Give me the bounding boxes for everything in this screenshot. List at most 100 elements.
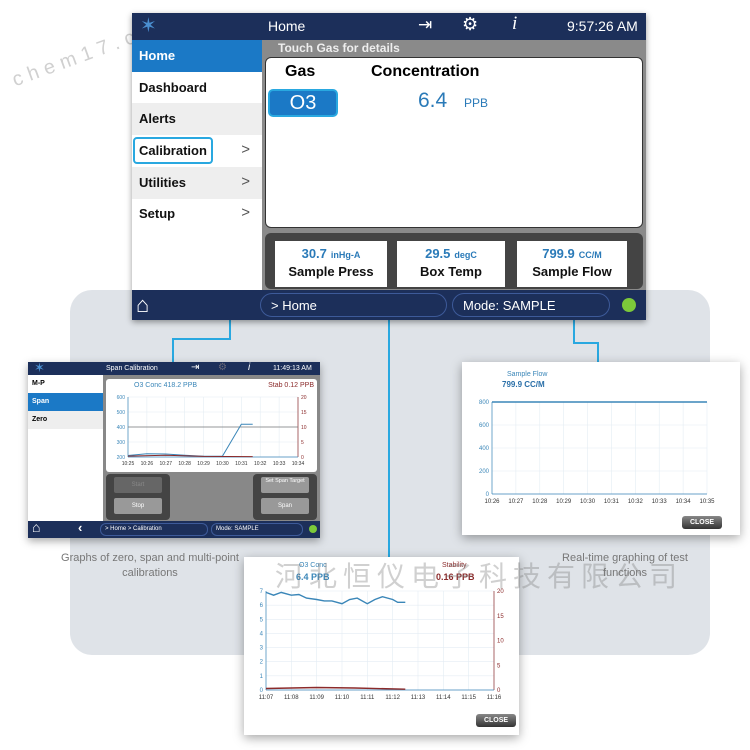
- home-icon[interactable]: ⌂: [136, 292, 149, 318]
- y-tick-label: 500: [117, 410, 126, 416]
- y-tick-label: 4: [260, 631, 264, 637]
- y2-tick-label: 5: [497, 663, 501, 669]
- tiles-bar: 30.7 inHg-A Sample Press 29.5 degC Box Temp …: [265, 233, 643, 289]
- tile-unit: inHg-A: [330, 250, 361, 260]
- watermark: 河北恒仪电子科技有限公司: [275, 561, 684, 592]
- y-tick-label: 5: [260, 617, 264, 623]
- x-tick-label: 11:11: [360, 695, 375, 701]
- tile-value: 799.9: [542, 246, 575, 261]
- tile-label: Sample Press: [288, 264, 374, 279]
- y-tick-label: 1: [260, 674, 264, 680]
- x-tick-label: 10:34: [676, 499, 692, 505]
- y-tick-label: 6: [260, 603, 264, 609]
- x-tick-label: 10:25: [122, 461, 135, 467]
- x-tick-label: 10:29: [556, 499, 572, 505]
- tile-label: Sample Flow: [532, 264, 612, 279]
- sidebar: Home Dashboard Alerts Calibration > Utili…: [132, 40, 262, 290]
- x-tick-label: 10:30: [216, 461, 229, 467]
- concentration-column-header: Concentration: [371, 63, 480, 80]
- y-tick-label: 600: [479, 423, 490, 429]
- chevron-right-icon: >: [241, 204, 250, 221]
- sidebar-item-calibration[interactable]: Calibration >: [132, 135, 262, 167]
- tile-value: 29.5: [425, 246, 451, 261]
- gas-button-o3[interactable]: O3: [268, 89, 338, 117]
- tile-unit: degC: [454, 250, 477, 260]
- sidebar-item-label: Calibration: [133, 137, 213, 164]
- x-tick-label: 10:34: [292, 461, 305, 467]
- x-tick-label: 10:32: [254, 461, 267, 467]
- sidebar-item-alerts[interactable]: Alerts: [132, 103, 262, 135]
- tile-value: 30.7: [301, 246, 327, 261]
- start-button[interactable]: Start: [114, 477, 162, 493]
- flow-value: 799.9 CC/M: [502, 380, 545, 389]
- stop-button[interactable]: Stop: [114, 498, 162, 514]
- y2-tick-label: 15: [497, 614, 504, 620]
- sidebar-item-dashboard[interactable]: Dashboard: [132, 72, 262, 104]
- x-tick-label: 11:16: [487, 695, 502, 701]
- content-area: Touch Gas for details Gas Concentration …: [262, 40, 646, 290]
- span-chart: 10:25 10:26 10:27 10:28 10:29 10:30 10:31 10:32…: [117, 395, 307, 467]
- x-tick-label: 10:33: [652, 499, 668, 505]
- concentration-value: 6.4: [418, 89, 448, 112]
- breadcrumb[interactable]: > Home > Calibration: [100, 523, 208, 536]
- tile-box-temp[interactable]: 29.5 degC Box Temp: [397, 241, 505, 287]
- tile-sample-press[interactable]: 30.7 inHg-A Sample Press: [275, 241, 387, 287]
- screen-title: Span Calibration: [106, 365, 158, 372]
- close-button[interactable]: CLOSE: [476, 714, 516, 727]
- info-icon[interactable]: i: [248, 362, 250, 373]
- connector-line: [172, 338, 174, 362]
- main-screen: ✶ Home ⇥ ⚙ i 9:57:26 AM Home Dashboard A…: [132, 13, 646, 320]
- y-tick-label: 0: [260, 688, 264, 694]
- conc-label: O3 Conc 418.2 PPB: [134, 382, 198, 389]
- x-tick-label: 10:27: [508, 499, 524, 505]
- logo-icon: ✶: [34, 360, 45, 375]
- tile-label: Box Temp: [420, 264, 482, 279]
- x-tick-label: 10:27: [160, 461, 173, 467]
- close-button[interactable]: CLOSE: [682, 516, 722, 529]
- flow-title: Sample Flow: [507, 371, 548, 378]
- x-tick-label: 11:13: [411, 695, 426, 701]
- breadcrumb[interactable]: > Home: [260, 293, 447, 317]
- span-actions-group: Set Span Target Span: [253, 474, 317, 520]
- y2-tick-label: 0: [497, 688, 501, 694]
- sidebar-item-utilities[interactable]: Utilities >: [132, 167, 262, 199]
- start-stop-group: Start Stop: [106, 474, 170, 520]
- x-tick-label: 10:31: [604, 499, 620, 505]
- sidebar-item-label: Alerts: [139, 111, 176, 126]
- x-tick-label: 10:30: [580, 499, 596, 505]
- status-led: [622, 298, 636, 312]
- x-tick-label: 10:31: [235, 461, 248, 467]
- concentration-unit: PPB: [464, 96, 489, 110]
- home-icon[interactable]: ⌂: [32, 519, 40, 535]
- span-chart-panel: O3 Conc 418.2 PPB Stab 0.12 PPB 10:25 10:…: [106, 379, 317, 472]
- y-tick-label: 0: [486, 492, 490, 498]
- clock: 9:57:26 AM: [567, 18, 638, 34]
- sidebar-item-mp[interactable]: M-P: [28, 375, 103, 393]
- x-tick-label: 10:26: [141, 461, 154, 467]
- sidebar-item-setup[interactable]: Setup >: [132, 198, 262, 230]
- info-icon[interactable]: i: [512, 13, 517, 35]
- span-button[interactable]: Span: [261, 498, 309, 514]
- sign-in-icon[interactable]: ⇥: [418, 15, 432, 35]
- span-footer: ⌂ ‹ > Home > Calibration Mode: SAMPLE: [28, 519, 320, 538]
- x-tick-label: 11:14: [436, 695, 451, 701]
- y-tick-label: 200: [479, 469, 490, 475]
- sidebar-item-home[interactable]: Home: [132, 40, 262, 72]
- gear-icon[interactable]: ⚙: [218, 362, 227, 373]
- sign-in-icon[interactable]: ⇥: [191, 362, 199, 373]
- x-tick-label: 11:10: [335, 695, 350, 701]
- tile-sample-flow[interactable]: 799.9 CC/M Sample Flow: [517, 241, 627, 287]
- back-icon[interactable]: ‹: [78, 520, 82, 535]
- gear-icon[interactable]: ⚙: [462, 14, 478, 35]
- sidebar-item-span[interactable]: Span: [28, 393, 103, 411]
- x-tick-label: 11:09: [309, 695, 324, 701]
- sidebar-item-zero[interactable]: Zero: [28, 411, 103, 429]
- y-tick-label: 400: [117, 425, 126, 431]
- connector-line: [597, 342, 599, 362]
- stab-label: Stab 0.12 PPB: [268, 382, 314, 389]
- set-span-target-button[interactable]: Set Span Target: [261, 477, 309, 493]
- x-tick-label: 10:33: [273, 461, 286, 467]
- sample-flow-card: Sample Flow 799.9 CC/M 10:26 10:27 10:28 10…: [462, 362, 740, 535]
- y-tick-label: 2: [260, 660, 264, 666]
- sidebar-item-label: Utilities: [139, 175, 186, 190]
